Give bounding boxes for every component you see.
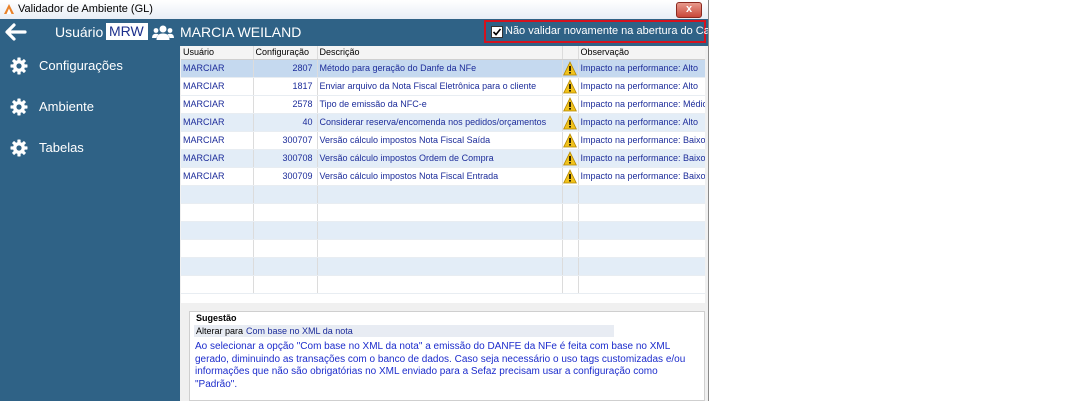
warning-icon — [563, 133, 577, 148]
cell-config: 1817 — [253, 77, 318, 96]
cell-config: 300707 — [253, 131, 318, 150]
cell-warning — [562, 149, 579, 168]
suggestion-description: Ao selecionar a opção "Com base no XML d… — [195, 341, 686, 390]
user-code-field[interactable]: MRW — [106, 23, 148, 40]
users-icon — [152, 25, 174, 40]
grid-header-row: Usuário Configuração Descrição Observaçã… — [181, 46, 705, 60]
warning-icon — [563, 61, 577, 76]
cell-config: 2578 — [253, 95, 318, 114]
cell-description: Versão cálculo impostos Ordem de Compra — [317, 149, 563, 168]
table-row[interactable]: MARCIAR 2578 Tipo de emissão da NFC-e Im… — [181, 95, 705, 114]
cell-description: Versão cálculo impostos Nota Fiscal Entr… — [317, 167, 563, 186]
column-header-icon[interactable] — [562, 46, 579, 60]
empty-row — [181, 221, 705, 240]
alter-to-row: Alterar para Com base no XML da nota — [194, 325, 614, 337]
table-row[interactable]: MARCIAR 300707 Versão cálculo impostos N… — [181, 131, 705, 150]
warning-icon — [563, 79, 577, 94]
cell-observation: Impacto na performance: Baixo — [578, 167, 705, 186]
user-name: MARCIA WEILAND — [180, 24, 302, 40]
cell-observation: Impacto na performance: Baixo — [578, 131, 705, 150]
window-title: Validador de Ambiente (GL) — [18, 3, 153, 15]
header-bar: Usuário MRW MARCIA WEILAND Não validar n… — [0, 19, 708, 46]
cell-config: 2807 — [253, 59, 318, 78]
cell-warning — [562, 167, 579, 186]
cell-warning — [562, 59, 579, 78]
title-bar: Validador de Ambiente (GL) x — [0, 0, 708, 20]
sidebar: Configurações Ambiente Tabelas — [0, 46, 180, 401]
table-row[interactable]: MARCIAR 2807 Método para geração do Danf… — [181, 59, 705, 78]
validator-window: Validador de Ambiente (GL) x Usuário MRW… — [0, 0, 709, 401]
cell-warning — [562, 131, 579, 150]
sidebar-item-label: Configurações — [39, 58, 123, 73]
cell-observation: Impacto na performance: Médio — [578, 95, 705, 114]
cell-observation: Impacto na performance: Alto — [578, 113, 705, 132]
table-row[interactable]: MARCIAR 40 Considerar reserva/encomenda … — [181, 113, 705, 132]
cell-user: MARCIAR — [181, 59, 254, 78]
table-row[interactable]: MARCIAR 300709 Versão cálculo impostos N… — [181, 167, 705, 186]
column-header-configuracao[interactable]: Configuração — [253, 46, 318, 60]
sidebar-item-configuracoes[interactable]: Configurações — [0, 51, 180, 81]
gear-icon — [10, 57, 28, 75]
cell-user: MARCIAR — [181, 77, 254, 96]
column-header-usuario[interactable]: Usuário — [181, 46, 254, 60]
cell-warning — [562, 77, 579, 96]
cell-config: 40 — [253, 113, 318, 132]
warning-icon — [563, 115, 577, 130]
empty-row — [181, 203, 705, 222]
back-arrow-icon[interactable] — [3, 22, 27, 42]
cell-description: Tipo de emissão da NFC-e — [317, 95, 563, 114]
suggestion-panel: Sugestão Alterar para Com base no XML da… — [189, 311, 705, 401]
empty-row — [181, 257, 705, 276]
cell-description: Enviar arquivo da Nota Fiscal Eletrônica… — [317, 77, 563, 96]
empty-row — [181, 239, 705, 258]
no-revalidate-option[interactable]: Não validar novamente na abertura do Cai… — [484, 20, 709, 43]
cell-user: MARCIAR — [181, 131, 254, 150]
sidebar-item-tabelas[interactable]: Tabelas — [0, 133, 180, 163]
cell-user: MARCIAR — [181, 167, 254, 186]
alter-to-label: Alterar para — [196, 326, 244, 336]
alter-to-value: Com base no XML da nota — [246, 326, 353, 336]
close-button[interactable]: x — [676, 2, 702, 18]
cell-config: 300709 — [253, 167, 318, 186]
empty-row — [181, 185, 705, 204]
cell-warning — [562, 95, 579, 114]
table-row[interactable]: MARCIAR 300708 Versão cálculo impostos O… — [181, 149, 705, 168]
suggestion-title: Sugestão — [196, 313, 237, 323]
gear-icon — [10, 139, 28, 157]
table-row[interactable]: MARCIAR 1817 Enviar arquivo da Nota Fisc… — [181, 77, 705, 96]
column-header-descricao[interactable]: Descrição — [317, 46, 563, 60]
cell-observation: Impacto na performance: Alto — [578, 59, 705, 78]
no-revalidate-checkbox[interactable] — [491, 26, 503, 38]
empty-row — [181, 275, 705, 294]
cell-description: Método para geração do Danfe da NFe — [317, 59, 563, 78]
cell-user: MARCIAR — [181, 95, 254, 114]
cell-config: 300708 — [253, 149, 318, 168]
validation-grid: Usuário Configuração Descrição Observaçã… — [181, 46, 705, 303]
cell-observation: Impacto na performance: Baixo — [578, 149, 705, 168]
sidebar-item-ambiente[interactable]: Ambiente — [0, 92, 180, 122]
cell-warning — [562, 113, 579, 132]
sidebar-item-label: Tabelas — [39, 140, 84, 155]
checkmark-icon — [492, 28, 502, 36]
sidebar-item-label: Ambiente — [39, 99, 94, 114]
cell-user: MARCIAR — [181, 113, 254, 132]
cell-observation: Impacto na performance: Alto — [578, 77, 705, 96]
no-revalidate-label: Não validar novamente na abertura do Cai… — [505, 25, 709, 37]
cell-user: MARCIAR — [181, 149, 254, 168]
cell-description: Versão cálculo impostos Nota Fiscal Saíd… — [317, 131, 563, 150]
warning-icon — [563, 169, 577, 184]
user-label: Usuário — [55, 24, 104, 40]
app-icon — [4, 4, 14, 14]
warning-icon — [563, 97, 577, 112]
gear-icon — [10, 98, 28, 116]
cell-description: Considerar reserva/encomenda nos pedidos… — [317, 113, 563, 132]
column-header-observacao[interactable]: Observação — [578, 46, 705, 60]
warning-icon — [563, 151, 577, 166]
